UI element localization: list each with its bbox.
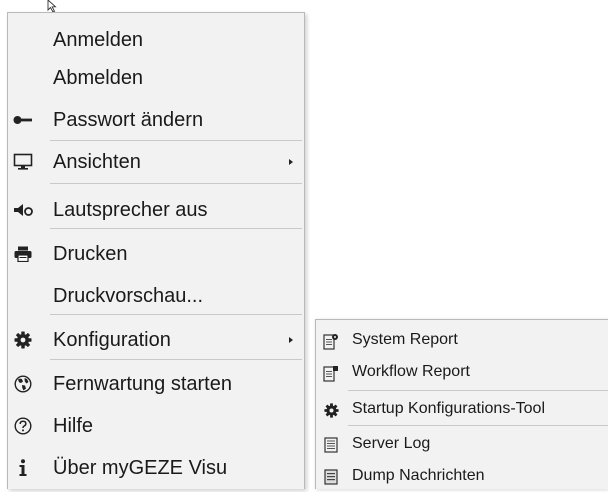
gear-icon	[322, 401, 340, 419]
menu-item-label: Konfiguration	[53, 328, 171, 351]
menu-item-ansichten[interactable]: Ansichten	[8, 145, 304, 179]
gear-icon	[12, 329, 34, 351]
submenu-item-label: Server Log	[352, 435, 431, 452]
submenu-item-system-report[interactable]: System Report	[316, 326, 608, 356]
menu-item-label: Lautsprecher aus	[53, 198, 208, 221]
menu-separator	[50, 359, 302, 360]
info-icon	[12, 457, 34, 479]
menu-item-label: Druckvorschau...	[53, 284, 204, 307]
menu-item-drucken[interactable]: Drucken	[8, 237, 304, 271]
submenu-separator	[348, 390, 608, 391]
submenu-item-dump-nachrichten[interactable]: Dump Nachrichten	[316, 462, 608, 492]
menu-item-label: Anmelden	[53, 28, 144, 51]
menu-item-konfiguration[interactable]: Konfiguration	[8, 323, 304, 357]
submenu-item-server-log[interactable]: Server Log	[316, 430, 608, 460]
menu-item-passwort-aendern[interactable]: Passwort ändern	[8, 103, 304, 137]
submenu-item-startup-konfigurations-tool[interactable]: Startup Konfigurations-Tool	[316, 395, 608, 425]
menu-item-label: Über myGEZE Visu	[53, 456, 228, 479]
menu-item-fernwartung-starten[interactable]: Fernwartung starten	[8, 367, 304, 401]
menu-item-label: Fernwartung starten	[53, 372, 232, 395]
menu-item-label: Ansichten	[53, 150, 141, 173]
submenu-item-workflow-report[interactable]: Workflow Report	[316, 358, 608, 388]
report-icon	[322, 364, 340, 382]
context-menu: Anmelden Abmelden Passwort ändern Ansich…	[7, 12, 305, 489]
menu-item-druckvorschau[interactable]: Druckvorschau...	[8, 279, 304, 313]
submenu-item-label: System Report	[352, 331, 458, 348]
printer-icon	[12, 243, 34, 265]
submenu-arrow-icon	[289, 159, 293, 165]
menu-separator	[50, 314, 302, 315]
menu-separator	[50, 228, 302, 229]
submenu-separator	[348, 425, 608, 426]
menu-item-lautsprecher-aus[interactable]: Lautsprecher aus	[8, 193, 304, 227]
document-icon	[322, 468, 340, 486]
submenu-item-label: Startup Konfigurations-Tool	[352, 400, 545, 417]
submenu-arrow-icon	[289, 337, 293, 343]
submenu-item-label: Dump Nachrichten	[352, 467, 485, 484]
konfiguration-submenu: System Report Workflow Report Startup Ko…	[315, 319, 608, 489]
speaker-mute-icon	[12, 199, 34, 221]
monitor-icon	[12, 151, 34, 173]
globe-icon	[12, 373, 34, 395]
menu-item-abmelden[interactable]: Abmelden	[8, 61, 304, 95]
report-gear-icon	[322, 332, 340, 350]
submenu-item-label: Workflow Report	[352, 363, 470, 380]
menu-item-label: Drucken	[53, 242, 128, 265]
log-icon	[322, 436, 340, 454]
help-icon	[12, 415, 34, 437]
menu-item-label: Abmelden	[53, 66, 144, 89]
menu-item-anmelden[interactable]: Anmelden	[8, 23, 304, 57]
menu-item-label: Passwort ändern	[53, 108, 204, 131]
menu-item-ueber-mygeze-visu[interactable]: Über myGEZE Visu	[8, 451, 304, 485]
menu-item-label: Hilfe	[53, 414, 94, 437]
menu-item-hilfe[interactable]: Hilfe	[8, 409, 304, 443]
key-icon	[12, 109, 34, 131]
menu-separator	[50, 183, 302, 184]
menu-separator	[50, 140, 302, 141]
